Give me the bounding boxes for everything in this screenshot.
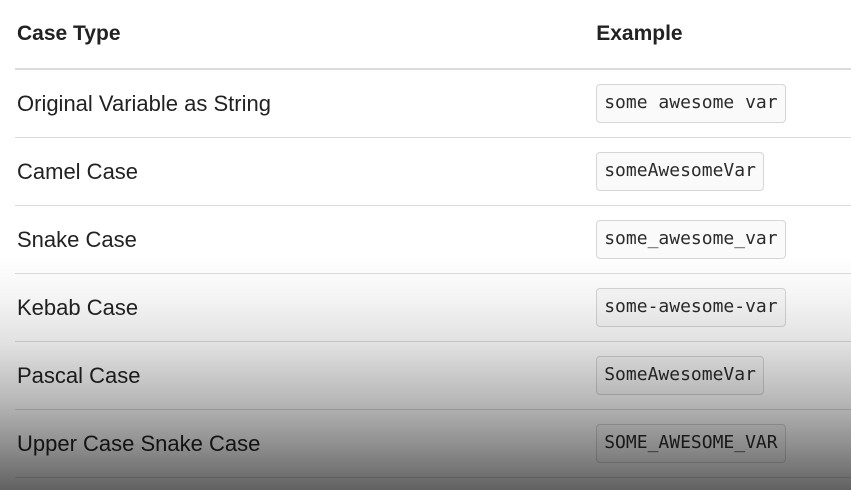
example-column-header: Example xyxy=(596,0,851,70)
example-cell: some awesome var xyxy=(596,69,851,138)
table-row: Pascal Case SomeAwesomeVar xyxy=(15,341,851,410)
case-type-table: Case Type Example Original Variable as S… xyxy=(15,0,851,478)
case-type-cell: Kebab Case xyxy=(15,273,597,342)
example-cell: SOME_AWESOME_VAR xyxy=(596,409,851,478)
example-code: some_awesome_var xyxy=(596,220,786,259)
example-code: SomeAwesomeVar xyxy=(596,356,764,395)
example-code: some-awesome-var xyxy=(596,288,786,327)
example-cell: some-awesome-var xyxy=(596,273,851,342)
case-type-cell: Original Variable as String xyxy=(15,69,597,138)
case-type-cell: Snake Case xyxy=(15,205,597,274)
case-type-cell: Upper Case Snake Case xyxy=(15,409,597,478)
example-code: someAwesomeVar xyxy=(596,152,764,191)
table-row: Camel Case someAwesomeVar xyxy=(15,137,851,206)
table-row: Kebab Case some-awesome-var xyxy=(15,273,851,342)
case-type-cell: Camel Case xyxy=(15,137,597,206)
page: Case Type Example Original Variable as S… xyxy=(0,0,851,490)
table-row: Original Variable as String some awesome… xyxy=(15,69,851,138)
case-type-cell: Pascal Case xyxy=(15,341,597,410)
example-code: some awesome var xyxy=(596,84,786,123)
example-cell: SomeAwesomeVar xyxy=(596,341,851,410)
example-cell: someAwesomeVar xyxy=(596,137,851,206)
case-type-column-header: Case Type xyxy=(15,0,597,70)
table-row: Snake Case some_awesome_var xyxy=(15,205,851,274)
table-row: Upper Case Snake Case SOME_AWESOME_VAR xyxy=(15,409,851,478)
example-code: SOME_AWESOME_VAR xyxy=(596,424,786,463)
table-header-row: Case Type Example xyxy=(15,0,851,70)
example-cell: some_awesome_var xyxy=(596,205,851,274)
